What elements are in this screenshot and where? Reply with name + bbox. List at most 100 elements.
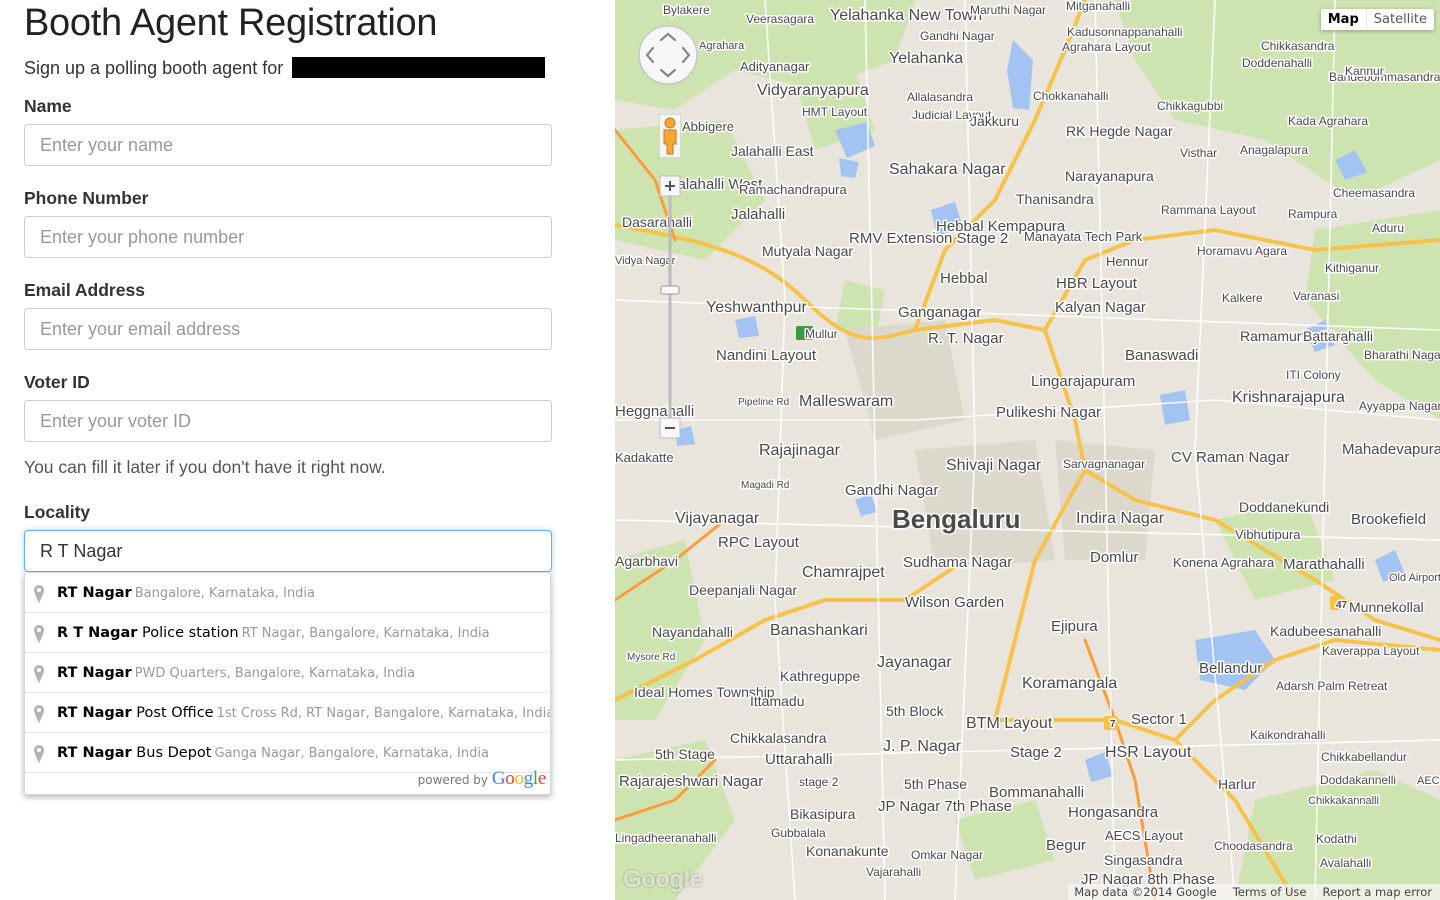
map-label: Mysore Rd xyxy=(627,652,675,663)
name-label: Name xyxy=(24,96,72,116)
map-label: Bikasipura xyxy=(790,806,856,822)
map-label: Deepanjali Nagar xyxy=(689,582,798,598)
suggestion-secondary: 1st Cross Rd, RT Nagar, Bangalore, Karna… xyxy=(216,706,550,721)
map-label: Mitganahalli xyxy=(1066,0,1130,13)
page-title: Booth Agent Registration xyxy=(24,2,438,44)
email-input[interactable] xyxy=(24,308,552,350)
suggestion-secondary: RT Nagar, Bangalore, Karnataka, India xyxy=(241,626,490,641)
map-label: Stage 2 xyxy=(1010,744,1062,761)
map-label: CV Raman Nagar xyxy=(1171,449,1289,466)
map-label: Battarahalli xyxy=(1303,328,1373,344)
map-label: Adityanagar xyxy=(740,59,810,74)
terms-link[interactable]: Terms of Use xyxy=(1233,884,1307,900)
map-label: Rampura xyxy=(1288,207,1338,221)
map-label: 47 xyxy=(1336,600,1348,611)
map-label: Bylakere xyxy=(663,3,710,17)
map-label: Rajajinagar xyxy=(759,442,841,459)
map-label: Doddenahalli xyxy=(1242,56,1312,70)
suggestion-item[interactable]: R T Nagar Police station RT Nagar, Bangal… xyxy=(25,613,550,653)
map-type-control: Map Satellite xyxy=(1320,9,1434,30)
locality-label: Locality xyxy=(24,502,91,522)
suggestion-secondary: Bangalore, Karnataka, India xyxy=(134,586,316,601)
map-label: Kodathi xyxy=(1316,832,1357,846)
report-error-link[interactable]: Report a map error xyxy=(1322,884,1432,900)
map-label: R. T. Nagar xyxy=(928,330,1004,347)
map-label: Bellandur xyxy=(1199,660,1262,677)
locality-map[interactable]: Bengaluru Bylakere Veerasagara Yelahanka Ne… xyxy=(615,0,1440,900)
map-label: Rammana Layout xyxy=(1161,203,1256,217)
zoom-control[interactable] xyxy=(658,174,682,440)
map-label: Old Airport xyxy=(1389,572,1440,584)
map-label: Agrahara xyxy=(699,40,745,52)
map-label: Avalahalli xyxy=(1320,856,1371,870)
map-label: Visthar xyxy=(1180,146,1217,160)
suggestion-item[interactable]: RT Nagar Bangalore, Karnataka, India xyxy=(25,573,550,613)
map-pin-icon xyxy=(34,705,44,723)
locality-input[interactable] xyxy=(24,530,552,572)
map-label: Shivaji Nagar xyxy=(946,457,1042,474)
map-label: Doddakannelli xyxy=(1320,773,1396,787)
map-label: Sahakara Nagar xyxy=(889,161,1006,178)
map-label: Ganganagar xyxy=(898,304,981,321)
map-label: Kaverappa Layout xyxy=(1322,644,1420,658)
map-label: Hennur xyxy=(1106,254,1149,269)
pan-control-icon[interactable] xyxy=(637,24,699,86)
suggestion-match: RT Nagar xyxy=(57,585,132,601)
map-label: Chikkakannalli xyxy=(1308,795,1379,807)
map-label: RK Hegde Nagar xyxy=(1066,123,1173,139)
map-label: Bengaluru xyxy=(892,504,1021,534)
map-label: Rajarajeshwari Nagar xyxy=(619,773,763,790)
suggestion-rest: Bus Depot xyxy=(131,745,212,761)
map-label: HMT Layout xyxy=(802,105,868,119)
subtitle: Sign up a polling booth agent for xyxy=(24,57,546,79)
map-label: Agrahara Layout xyxy=(1062,40,1151,54)
powered-by-text: powered by xyxy=(417,773,489,787)
map-label: Hebbal xyxy=(940,270,988,287)
map-type-satellite-button[interactable]: Satellite xyxy=(1367,9,1434,30)
name-input[interactable] xyxy=(24,124,552,166)
map-label: Mullur xyxy=(805,327,838,341)
map-label: Magadi Rd xyxy=(741,480,789,491)
map-label: Kannur xyxy=(1345,64,1384,78)
map-pin-icon xyxy=(34,745,44,763)
map-label: Ayyappa Nagar xyxy=(1359,399,1440,413)
voter-id-label: Voter ID xyxy=(24,372,90,392)
suggestion-item[interactable]: RT Nagar Bus Depot Ganga Nagar, Bangalore… xyxy=(25,733,550,773)
map-label: 5th Stage xyxy=(655,746,715,762)
map-type-map-button[interactable]: Map xyxy=(1321,9,1366,30)
map-label: Thanisandra xyxy=(1016,191,1094,207)
map-pin-icon xyxy=(34,625,44,643)
map-pin-icon xyxy=(34,585,44,603)
map-label: J. P. Nagar xyxy=(883,738,962,755)
redacted-constituency xyxy=(292,57,546,78)
map-label: Doddanekundi xyxy=(1239,499,1329,515)
map-label: 5th Block xyxy=(886,703,945,719)
map-label: Banashankari xyxy=(770,622,868,639)
map-label: Agarbhavi xyxy=(615,553,678,569)
map-label: Harlur xyxy=(1218,776,1256,792)
suggestion-match: R T Nagar xyxy=(57,625,138,641)
map-label: Ejipura xyxy=(1051,618,1098,635)
map-label: Nayandahalli xyxy=(652,624,733,640)
map-label: Banaswadi xyxy=(1125,347,1198,364)
suggestion-rest: Post Office xyxy=(131,705,214,721)
map-label: Allalasandra xyxy=(907,90,973,104)
locality-autocomplete: RT Nagar Bangalore, Karnataka, India R T … xyxy=(24,573,551,795)
map-label: Malleswaram xyxy=(799,393,893,410)
suggestion-item[interactable]: RT Nagar Post Office 1st Cross Rd, RT Nag… xyxy=(25,693,550,733)
map-label: Lingarajapuram xyxy=(1031,373,1135,390)
voter-id-input[interactable] xyxy=(24,400,552,442)
map-label: Pulikeshi Nagar xyxy=(996,404,1101,421)
map-label: Yelahanka New Town xyxy=(830,7,982,24)
registration-form: Booth Agent Registration Sign up a polli… xyxy=(0,0,615,900)
map-label: Konena Agrahara xyxy=(1173,555,1275,570)
map-label: Mahadevapura xyxy=(1342,441,1440,458)
map-label: Sector 1 xyxy=(1131,711,1187,728)
map-label: 7 xyxy=(1110,719,1116,730)
map-label: Kalyan Nagar xyxy=(1055,299,1146,316)
suggestion-item[interactable]: RT Nagar PWD Quarters, Bangalore, Karnata… xyxy=(25,653,550,693)
pegman-icon[interactable] xyxy=(659,114,681,158)
zoom-slider-handle[interactable] xyxy=(660,285,680,295)
map-label: Begur xyxy=(1046,837,1086,854)
phone-input[interactable] xyxy=(24,216,552,258)
